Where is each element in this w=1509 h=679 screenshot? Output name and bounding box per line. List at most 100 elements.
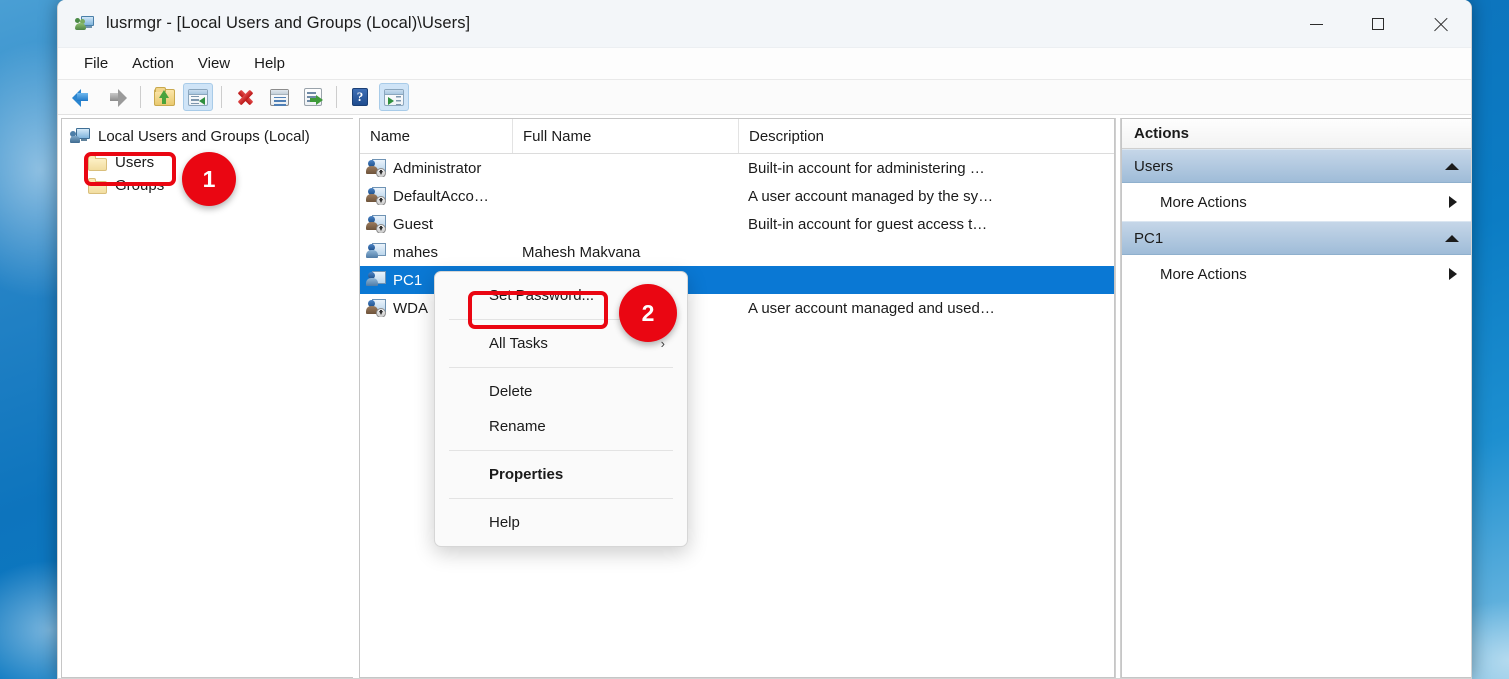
user-icon xyxy=(366,243,386,261)
red-x-icon xyxy=(236,88,254,106)
tree-node-groups-label: Groups xyxy=(115,177,165,194)
cell-full-name: Mahesh Makvana xyxy=(522,243,641,261)
user-disabled-icon xyxy=(366,187,386,205)
title-bar: lusrmgr - [Local Users and Groups (Local… xyxy=(58,0,1471,48)
menu-view[interactable]: View xyxy=(186,52,242,75)
delete-button[interactable] xyxy=(230,83,260,111)
menu-help[interactable]: Help xyxy=(242,52,297,75)
forward-arrow-icon xyxy=(106,88,128,107)
table-row[interactable]: mahes Mahesh Makvana xyxy=(360,238,1114,266)
toolbar: ? xyxy=(58,80,1471,115)
toolbar-separator xyxy=(336,86,337,108)
table-row[interactable]: Administrator Built-in account for admin… xyxy=(360,154,1114,182)
user-name-label: WDA xyxy=(393,299,428,317)
cell-name: Guest xyxy=(360,215,512,233)
menu-action[interactable]: Action xyxy=(120,52,186,75)
user-name-label: PC1 xyxy=(393,271,423,289)
column-header-name[interactable]: Name xyxy=(360,119,512,153)
context-menu-item-rename[interactable]: Rename xyxy=(435,409,687,444)
step2-badge: 2 xyxy=(619,284,677,342)
tree-node-users-label: Users xyxy=(115,154,155,171)
show-hide-console-tree-button[interactable] xyxy=(183,83,213,111)
content-area: Local Users and Groups (Local) Users Gro… xyxy=(58,115,1471,678)
menu-file[interactable]: File xyxy=(72,52,120,75)
actions-group-pc1-label: PC1 xyxy=(1134,229,1164,247)
list-column-headers: Name Full Name Description xyxy=(360,119,1114,154)
computer-icon xyxy=(70,128,90,145)
actions-group-pc1[interactable]: PC1 xyxy=(1122,221,1471,255)
maximize-button[interactable] xyxy=(1347,0,1409,48)
toolbar-separator xyxy=(140,86,141,108)
table-row[interactable]: Guest Built-in account for guest access … xyxy=(360,210,1114,238)
window-controls xyxy=(1285,0,1471,48)
caret-right-icon xyxy=(1449,268,1457,280)
caret-up-icon[interactable] xyxy=(1445,162,1459,170)
menu-bar: File Action View Help xyxy=(58,48,1471,80)
context-menu-separator xyxy=(449,498,673,499)
context-menu-item-delete[interactable]: Delete xyxy=(435,374,687,409)
maximize-icon xyxy=(1372,18,1384,30)
users-list-pane: Name Full Name Description Administrator… xyxy=(359,118,1115,678)
action-pane-icon xyxy=(384,88,404,106)
context-menu-item-help[interactable]: Help xyxy=(435,505,687,540)
local-users-and-groups-icon xyxy=(75,15,94,32)
help-button[interactable]: ? xyxy=(345,83,375,111)
context-menu-label: Rename xyxy=(489,418,546,435)
actions-item-label: More Actions xyxy=(1160,193,1247,211)
context-menu-label: Properties xyxy=(489,466,564,483)
tree-root-label: Local Users and Groups (Local) xyxy=(98,128,310,145)
column-header-full-name[interactable]: Full Name xyxy=(512,119,738,153)
folder-icon xyxy=(88,154,107,171)
folder-icon xyxy=(88,177,107,194)
properties-icon xyxy=(269,88,289,106)
context-menu-item-properties[interactable]: Properties xyxy=(435,457,687,492)
context-menu-label: All Tasks xyxy=(489,335,548,352)
show-hide-action-pane-button[interactable] xyxy=(379,83,409,111)
step1-badge: 1 xyxy=(182,152,236,206)
actions-pc1-more-actions[interactable]: More Actions xyxy=(1122,255,1471,293)
caret-right-icon xyxy=(1449,196,1457,208)
actions-pane: Actions Users More Actions PC1 More Acti… xyxy=(1121,118,1471,678)
console-tree-icon xyxy=(188,88,208,106)
tree-node-root[interactable]: Local Users and Groups (Local) xyxy=(62,119,353,151)
cell-description: Built-in account for guest access t… xyxy=(748,215,988,233)
forward-button[interactable] xyxy=(102,83,132,111)
user-disabled-icon xyxy=(366,299,386,317)
export-list-icon xyxy=(304,88,323,106)
caret-up-icon[interactable] xyxy=(1445,234,1459,242)
actions-pane-title: Actions xyxy=(1122,119,1471,149)
properties-button[interactable] xyxy=(264,83,294,111)
export-list-button[interactable] xyxy=(298,83,328,111)
user-disabled-icon xyxy=(366,159,386,177)
context-menu-label: Help xyxy=(489,514,520,531)
cell-description: Built-in account for administering … xyxy=(748,159,985,177)
cell-description: A user account managed and used… xyxy=(748,299,995,317)
column-header-description[interactable]: Description xyxy=(738,119,1114,153)
context-menu-separator xyxy=(449,367,673,368)
actions-item-label: More Actions xyxy=(1160,265,1247,283)
context-menu-label: Set Password... xyxy=(489,287,595,304)
context-menu-label: Delete xyxy=(489,383,533,400)
folder-up-icon xyxy=(153,86,175,106)
lusrmgr-window: lusrmgr - [Local Users and Groups (Local… xyxy=(57,0,1472,679)
minimize-button[interactable] xyxy=(1285,0,1347,48)
user-name-label: DefaultAcco… xyxy=(393,187,489,205)
close-button[interactable] xyxy=(1409,0,1471,48)
minimize-icon xyxy=(1309,23,1323,25)
cell-name: Administrator xyxy=(360,159,512,177)
window-title: lusrmgr - [Local Users and Groups (Local… xyxy=(106,14,471,32)
user-name-label: mahes xyxy=(393,243,439,261)
close-icon xyxy=(1433,17,1448,32)
user-icon xyxy=(366,271,386,289)
context-menu-separator xyxy=(449,450,673,451)
table-row[interactable]: DefaultAcco… A user account managed by t… xyxy=(360,182,1114,210)
back-arrow-icon xyxy=(72,88,94,107)
actions-group-users[interactable]: Users xyxy=(1122,149,1471,183)
actions-group-users-label: Users xyxy=(1134,157,1174,175)
user-name-label: Guest xyxy=(393,215,434,233)
actions-users-more-actions[interactable]: More Actions xyxy=(1122,183,1471,221)
back-button[interactable] xyxy=(68,83,98,111)
cell-name: mahes xyxy=(360,243,512,261)
cell-name: DefaultAcco… xyxy=(360,187,512,205)
up-one-level-button[interactable] xyxy=(149,83,179,111)
